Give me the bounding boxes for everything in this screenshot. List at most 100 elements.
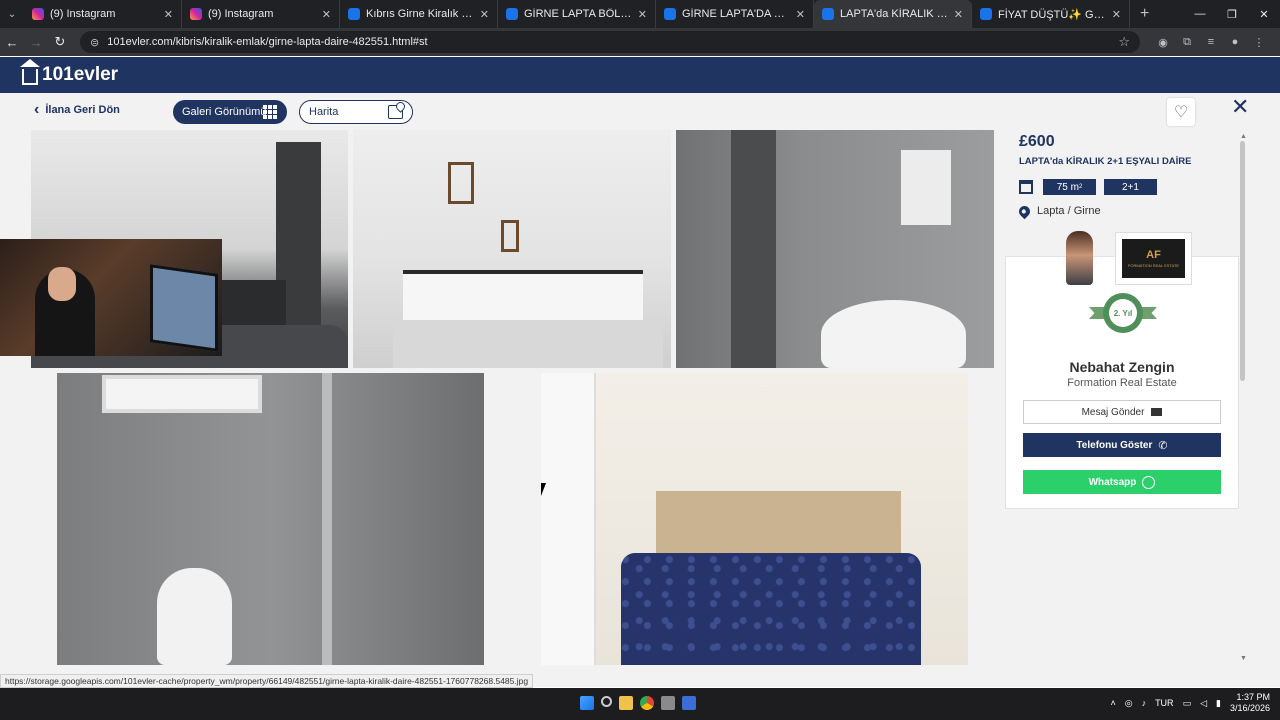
agent-avatar[interactable] [1066, 231, 1093, 285]
grid-icon [263, 105, 277, 119]
volume-icon[interactable]: ◁ [1200, 698, 1207, 709]
browser-tab-bar: ⌄ (9) Instagram ✕ (9) Instagram ✕ Kıbrıs… [0, 0, 1280, 28]
gallery-photo-bedroom[interactable] [541, 373, 968, 665]
tab-close-icon[interactable]: ✕ [480, 8, 489, 21]
tab-title: GİRNE LAPTA'DA KİRALIK 2+1 E [682, 8, 790, 20]
profile-avatar-icon[interactable]: ● [1226, 36, 1244, 49]
badge-text: 2. Yıl [1109, 299, 1137, 327]
battery-icon[interactable]: ▮ [1216, 698, 1221, 709]
house-logo-icon [20, 59, 40, 85]
forward-arrow-icon[interactable]: → [24, 35, 48, 50]
kebab-menu-icon[interactable]: ⋮ [1250, 36, 1268, 49]
favorite-heart-button[interactable]: ♡ [1167, 98, 1195, 126]
close-window-icon[interactable]: ✕ [1248, 8, 1280, 21]
chrome-icon[interactable] [640, 696, 654, 710]
search-icon[interactable] [601, 696, 612, 707]
browser-tab[interactable]: (9) Instagram ✕ [182, 0, 340, 28]
system-tray: ˄ ◎ ♪ TUR ▭ ◁ ▮ 1:37 PM 3/16/2026 [1110, 692, 1270, 714]
browser-tab[interactable]: GİRNE LAPTA BÖLGESİNDE EŞY ✕ [498, 0, 656, 28]
tab-title: Kıbrıs Girne Kiralık Ev İlanları ve [366, 8, 474, 20]
area-chip: 75 m2 [1043, 179, 1096, 195]
tab-close-icon[interactable]: ✕ [796, 8, 805, 21]
listing-price: £600 [1019, 133, 1055, 150]
send-message-label: Mesaj Gönder [1081, 406, 1145, 418]
show-phone-button[interactable]: Telefonu Göster ✆ [1023, 433, 1221, 457]
agent-name: Nebahat Zengin [1069, 359, 1175, 375]
agency-logo-mark: AF [1146, 249, 1161, 261]
camera-extension-icon[interactable]: ◉ [1154, 36, 1172, 49]
gallery-photo-bathroom-toilet[interactable] [57, 373, 484, 665]
send-message-button[interactable]: Mesaj Gönder [1023, 400, 1221, 424]
site-logo[interactable]: 101evler [20, 59, 119, 86]
listing-features: 75 m2 2+1 [1019, 179, 1165, 195]
tab-close-icon[interactable]: ✕ [322, 8, 331, 21]
tab-title: (9) Instagram [208, 8, 274, 20]
agency-logo[interactable]: AF FORMATION REAL ESTATE [1115, 232, 1192, 285]
whatsapp-button[interactable]: Whatsapp [1023, 470, 1221, 494]
gallery-view-button[interactable]: Galeri Görünümü [173, 100, 287, 124]
link-status-bar: https://storage.googleapis.com/101evler-… [0, 674, 534, 688]
extension-icons: ◉ ⧉ ≡ ● ⋮ [1154, 36, 1268, 49]
envelope-icon [1151, 408, 1163, 416]
bookmark-star-icon[interactable]: ☆ [1118, 34, 1130, 50]
file-explorer-icon[interactable] [619, 696, 633, 710]
tab-search-chevron-icon[interactable]: ⌄ [0, 0, 24, 28]
close-gallery-icon[interactable]: ✕ [1231, 96, 1249, 118]
tab-title: GİRNE LAPTA BÖLGESİNDE EŞY [524, 8, 632, 20]
new-tab-icon[interactable]: + [1130, 5, 1159, 23]
taskbar-app-icon[interactable] [661, 696, 675, 710]
back-to-listing-link[interactable]: ‹ İlana Geri Dön [34, 101, 120, 119]
window-controls: — ❐ ✕ [1184, 0, 1280, 28]
webcam-overlay [0, 239, 222, 356]
browser-tab[interactable]: GİRNE LAPTA'DA KİRALIK 2+1 E ✕ [656, 0, 814, 28]
gallery-photo-kitchen[interactable] [353, 130, 671, 368]
tab-title: (9) Instagram [50, 8, 116, 20]
tab-title: LAPTA'da KİRALIK 2+1 EŞYALI D [840, 8, 948, 20]
browser-tab[interactable]: FİYAT DÜŞTÜ✨ GİRNE ALSANC ✕ [972, 0, 1130, 28]
reload-icon[interactable]: ↻ [48, 34, 72, 50]
chevron-up-icon[interactable]: ˄ [1110, 698, 1115, 708]
map-label: Harita [309, 106, 339, 118]
rooms-chip: 2+1 [1104, 179, 1157, 195]
security-icon[interactable]: ◎ [1125, 698, 1133, 709]
language-indicator[interactable]: TUR [1155, 698, 1174, 708]
site-info-icon[interactable]: ⊜ [90, 36, 99, 49]
minimize-icon[interactable]: — [1184, 8, 1216, 20]
media-queue-icon[interactable]: ≡ [1202, 36, 1220, 49]
clock-time: 1:37 PM [1236, 692, 1270, 702]
heart-icon: ♡ [1173, 104, 1189, 121]
site-101evler-icon [506, 8, 518, 20]
floor-area-icon [1019, 180, 1033, 194]
browser-tab[interactable]: Kıbrıs Girne Kiralık Ev İlanları ve ✕ [340, 0, 498, 28]
windows-start-icon[interactable] [580, 696, 594, 710]
tab-close-icon[interactable]: ✕ [954, 8, 963, 21]
scroll-up-arrow-icon[interactable]: ▲ [1240, 133, 1247, 140]
listing-location: Lapta / Girne [1016, 203, 1101, 219]
gallery-photo-bathroom-sink[interactable] [676, 130, 994, 368]
windows-taskbar: ˄ ◎ ♪ TUR ▭ ◁ ▮ 1:37 PM 3/16/2026 [0, 688, 1280, 720]
url-text: 101evler.com/kibris/kiralik-emlak/girne-… [107, 36, 428, 48]
browser-toolbar: ← → ↻ ⊜ 101evler.com/kibris/kiralik-emla… [0, 28, 1280, 56]
puzzle-extensions-icon[interactable]: ⧉ [1178, 36, 1196, 49]
browser-tab-active[interactable]: LAPTA'da KİRALIK 2+1 EŞYALI D ✕ [814, 0, 972, 28]
tab-close-icon[interactable]: ✕ [164, 8, 173, 21]
agency-logo-subtext: FORMATION REAL ESTATE [1127, 263, 1180, 268]
membership-badge: 2. Yıl [1089, 293, 1157, 337]
network-icon[interactable]: ▭ [1183, 698, 1192, 709]
clock[interactable]: 1:37 PM 3/16/2026 [1230, 692, 1270, 714]
tab-close-icon[interactable]: ✕ [638, 8, 647, 21]
logo-text: 101evler [42, 64, 119, 85]
tab-close-icon[interactable]: ✕ [1112, 8, 1121, 21]
address-bar[interactable]: ⊜ 101evler.com/kibris/kiralik-emlak/girn… [80, 31, 1140, 53]
browser-tab[interactable]: (9) Instagram ✕ [24, 0, 182, 28]
maximize-icon[interactable]: ❐ [1216, 8, 1248, 21]
location-pin-icon [1016, 203, 1033, 219]
scroll-down-arrow-icon[interactable]: ▼ [1240, 655, 1247, 662]
tab-title: FİYAT DÜŞTÜ✨ GİRNE ALSANC [998, 8, 1106, 21]
site-header: 101evler [0, 57, 1280, 93]
scrollbar[interactable] [1240, 133, 1246, 663]
map-button[interactable]: Harita [299, 100, 413, 124]
microphone-icon[interactable]: ♪ [1142, 698, 1147, 708]
taskbar-app-icon[interactable] [682, 696, 696, 710]
back-arrow-icon[interactable]: ← [0, 35, 24, 50]
